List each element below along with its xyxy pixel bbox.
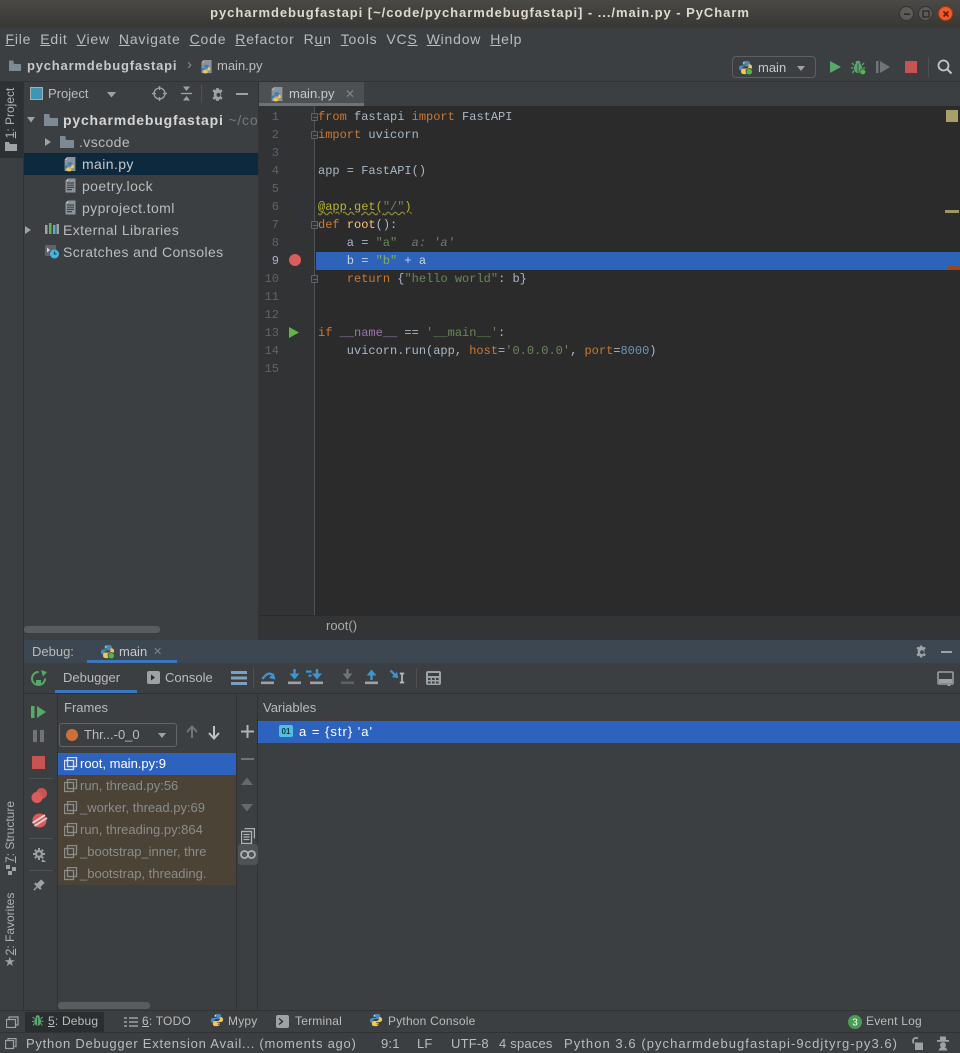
- svg-text:01: 01: [282, 727, 291, 736]
- svg-text:3: 3: [852, 1018, 858, 1029]
